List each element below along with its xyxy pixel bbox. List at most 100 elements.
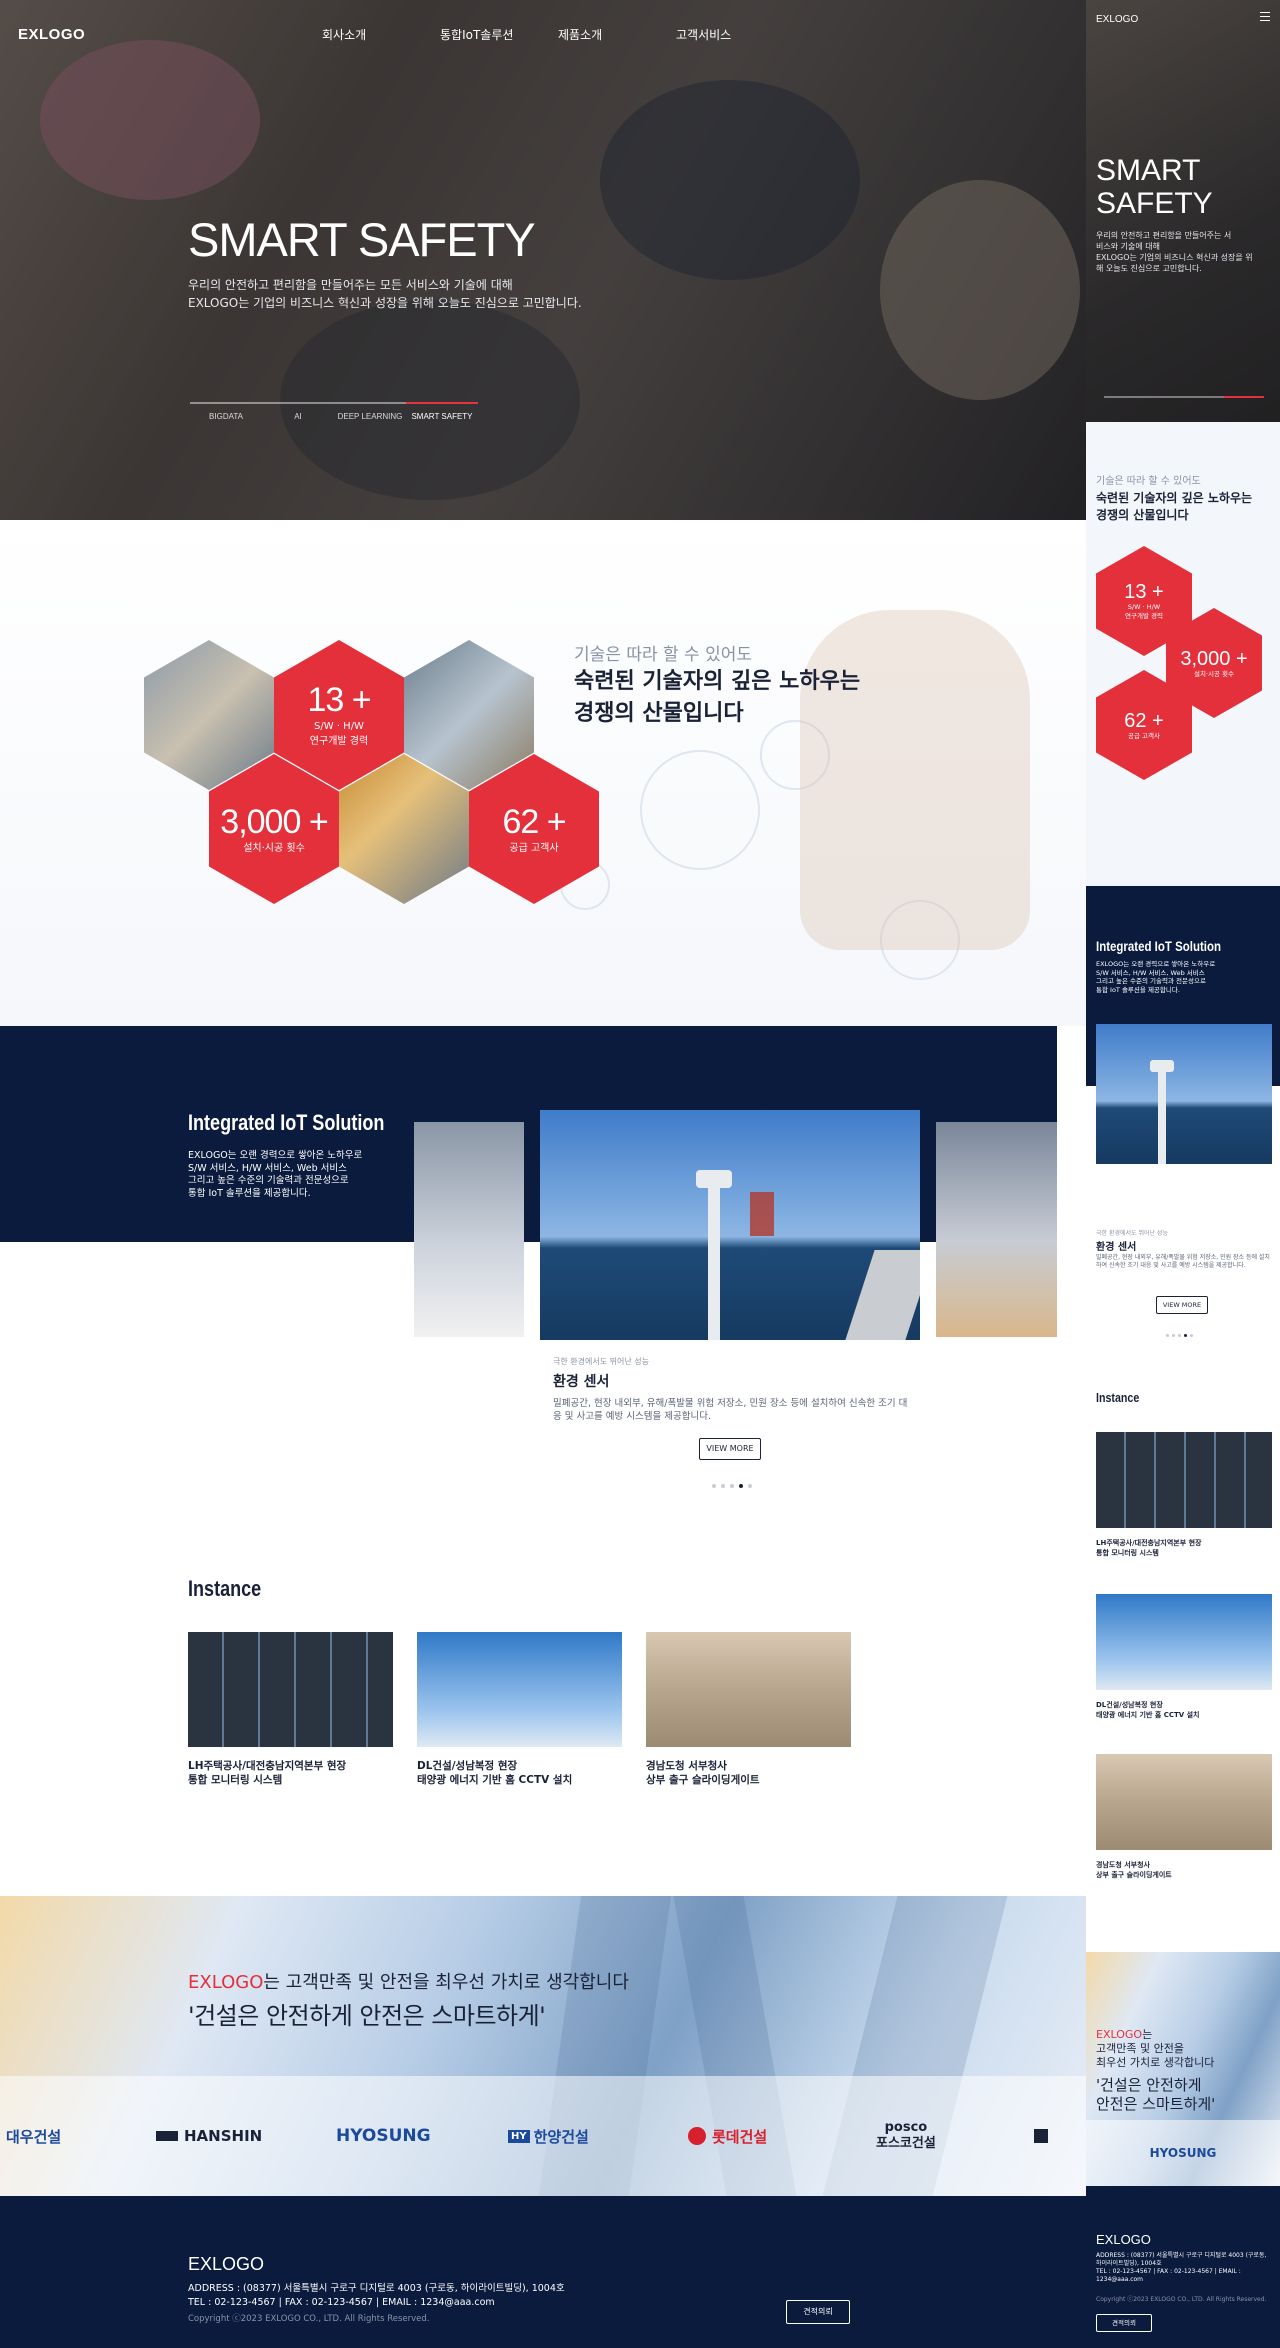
stat-value: 3,000 +	[1180, 647, 1248, 670]
instance-caption-line: 상부 출구 슬라이딩게이트	[646, 1774, 760, 1786]
slide-title: 환경 센서	[553, 1374, 610, 1390]
slogan-text: 고객만족 및 안전을	[1096, 2042, 1184, 2055]
mobile-iot: Integrated IoT Solution EXLOGO는 오랜 경력으로 …	[1086, 886, 1280, 1402]
slogan-text: '건설은 안전하게	[1096, 2076, 1202, 2094]
hero-title: SMART SAFETY	[188, 213, 536, 266]
footer-address: ADDRESS : (08377) 서울특별시 구로구 디지털로 4003 (구…	[188, 2283, 565, 2294]
slide-caption: 극한 환경에서도 뛰어난 성능 환경 센서 밀폐공간, 현장 내외부, 유해/폭…	[553, 1356, 913, 1423]
hamburger-menu-icon[interactable]	[1260, 12, 1270, 21]
iot-desc-line: S/W 서비스, H/W 서비스, Web 서비스	[188, 1162, 347, 1174]
footer-info: ADDRESS : (08377) 서울특별시 구로구 디지털로 4003 (구…	[188, 2282, 565, 2310]
instance-image	[1096, 1432, 1272, 1528]
instance-caption-line: LH주택공사/대전충남지역본부 현장	[1096, 1539, 1202, 1547]
slogan-text: 는 고객만족 및 안전을 최우선 가치로 생각합니다	[263, 1972, 629, 1993]
mobile-instance-card[interactable]: 경남도청 서부청사 상부 출구 슬라이딩게이트	[1096, 1754, 1272, 1880]
mobile-slide-title: 환경 센서	[1096, 1242, 1137, 1253]
slider-dot[interactable]	[1178, 1334, 1181, 1337]
slider-dot[interactable]	[1166, 1334, 1169, 1337]
tab-smart-safety[interactable]: SMART SAFETY	[406, 402, 478, 421]
mobile-hero-title: SMART SAFETY	[1096, 154, 1213, 220]
tab-deep-learning[interactable]: DEEP LEARNING	[334, 402, 406, 421]
hand-illustration	[800, 610, 1030, 950]
instance-image	[646, 1632, 851, 1747]
nav-item-products[interactable]: 제품소개	[558, 26, 676, 43]
slider-dot[interactable]	[712, 1484, 716, 1488]
mobile-slogan: EXLOGO는 고객만족 및 안전을 최우선 가치로 생각합니다 '건설은 안전…	[1086, 1952, 1280, 2186]
slide-environment-sensor[interactable]	[540, 1110, 920, 1340]
nav-item-iot-solution[interactable]: 통합IoT솔루션	[440, 26, 558, 43]
instance-card[interactable]: LH주택공사/대전충남지역본부 현장 통합 모니터링 시스템	[188, 1632, 393, 1787]
mobile-tech-subtitle: 기술은 따라 할 수 있어도	[1096, 476, 1201, 487]
partner-name: 한양건설	[533, 2127, 589, 2146]
main-menu: 회사소개 통합IoT솔루션 제품소개 고객서비스	[322, 26, 794, 43]
mobile-instance-card[interactable]: LH주택공사/대전충남지역본부 현장 통합 모니터링 시스템	[1096, 1432, 1272, 1558]
mobile-slogan-line-2: '건설은 안전하게 안전은 스마트하게'	[1096, 2076, 1215, 2114]
instance-caption-line: 통합 모니터링 시스템	[1096, 1549, 1159, 1557]
partner-name: posco	[884, 2120, 928, 2135]
tech-headline-line: 숙련된 기술자의 깊은 노하우는	[574, 669, 861, 694]
slider-dot[interactable]	[1172, 1334, 1175, 1337]
mobile-partner-logo: HYOSUNG	[1086, 2120, 1280, 2186]
partner-logo-daewoo: 대우건설	[6, 2127, 62, 2146]
slide-next[interactable]	[936, 1122, 1057, 1337]
mobile-view-more-button[interactable]: VIEW MORE	[1156, 1296, 1208, 1314]
mobile-hero-progress	[1104, 396, 1264, 398]
quote-request-button[interactable]: 견적의뢰	[786, 2300, 850, 2324]
instance-caption-line: 경남도청 서부청사	[646, 1760, 727, 1772]
partner-logo-hanyang: HY 한양건설	[508, 2076, 589, 2196]
footer-contact: 1234@aaa.com	[1096, 2276, 1144, 2283]
footer-contact: TEL : 02-123-4567 | FAX : 02-123-4567 | …	[1096, 2268, 1241, 2275]
instance-caption: DL건설/성남복정 현장 태양광 에너지 기반 홈 CCTV 설치	[417, 1759, 622, 1787]
instance-caption-line: DL건설/성남복정 현장	[1096, 1701, 1163, 1709]
slider-dot[interactable]	[730, 1484, 734, 1488]
mobile-quote-request-button[interactable]: 견적의뢰	[1096, 2314, 1152, 2332]
nav-item-customer-service[interactable]: 고객서비스	[676, 26, 794, 43]
slogan-brand: EXLOGO	[188, 1972, 264, 1993]
slide-prev[interactable]	[414, 1122, 524, 1337]
instance-caption-line: 태양광 에너지 기반 홈 CCTV 설치	[1096, 1711, 1200, 1719]
instance-caption: 경남도청 서부청사 상부 출구 슬라이딩게이트	[646, 1759, 851, 1787]
iot-desc-line: EXLOGO는 오랜 경력으로 쌓아온 노하우로	[188, 1150, 363, 1161]
mobile-hero-title-line: SMART	[1096, 154, 1201, 187]
footer-address: ADDRESS : (08377) 서울특별시 구로구 디지털로 4003 (구…	[1096, 2252, 1267, 2259]
mobile-slide-image[interactable]	[1096, 1024, 1272, 1164]
mobile-tech-headline-line: 숙련된 기술자의 깊은 노하우는	[1096, 491, 1253, 505]
instance-image	[1096, 1594, 1272, 1690]
slider-dot-active[interactable]	[739, 1484, 743, 1488]
slider-dot-active[interactable]	[1184, 1334, 1187, 1337]
instance-card[interactable]: 경남도청 서부청사 상부 출구 슬라이딩게이트	[646, 1632, 851, 1787]
stat-label: S/W · H/W	[1127, 603, 1161, 611]
slider-dot[interactable]	[1190, 1334, 1193, 1337]
instance-caption-line: 상부 출구 슬라이딩게이트	[1096, 1871, 1172, 1879]
tech-subtitle: 기술은 따라 할 수 있어도	[574, 645, 753, 665]
slider-dot[interactable]	[748, 1484, 752, 1488]
site-logo[interactable]: EXLOGO	[18, 26, 85, 43]
partner-logo-partial	[1034, 2076, 1048, 2196]
mobile-logo[interactable]: EXLOGO	[1096, 14, 1138, 25]
mobile-tech-headline-line: 경쟁의 산물입니다	[1096, 508, 1189, 522]
mobile-instance-card[interactable]: DL건설/성남복정 현장 태양광 에너지 기반 홈 CCTV 설치	[1096, 1594, 1272, 1720]
instance-card[interactable]: DL건설/성남복정 현장 태양광 에너지 기반 홈 CCTV 설치	[417, 1632, 622, 1787]
mobile-iot-desc: EXLOGO는 오랜 경력으로 쌓아온 노하우로 S/W 서비스, H/W 서비…	[1096, 960, 1272, 994]
slider-dot[interactable]	[721, 1484, 725, 1488]
mobile-footer-copyright: Copyright ⓒ2023 EXLOGO CO., LTD. All Rig…	[1096, 2296, 1267, 2303]
tab-bigdata[interactable]: BIGDATA	[190, 402, 262, 421]
mobile-hero-desc-line: 해 오늘도 진심으로 고민합니다.	[1096, 264, 1202, 273]
hero-description: 우리의 안전하고 편리함을 만들어주는 모든 서비스와 기술에 대해 EXLOG…	[188, 276, 582, 312]
mobile-tech: 기술은 따라 할 수 있어도 숙련된 기술자의 깊은 노하우는 경쟁의 산물입니…	[1086, 422, 1280, 886]
slogan-text: 안전은 스마트하게'	[1096, 2095, 1216, 2113]
mobile-footer-logo: EXLOGO	[1096, 2232, 1151, 2247]
instance-caption-line: 경남도청 서부청사	[1096, 1861, 1150, 1869]
partner-name: HANSHIN	[184, 2127, 263, 2145]
hero-section: EXLOGO 회사소개 통합IoT솔루션 제품소개 고객서비스 SMART SA…	[0, 0, 1086, 520]
tab-ai[interactable]: AI	[262, 402, 334, 421]
instance-caption: LH주택공사/대전충남지역본부 현장 통합 모니터링 시스템	[1096, 1538, 1272, 1558]
mobile-hero-desc-line: 비스와 기술에 대해	[1096, 242, 1160, 251]
partner-name: 포스코건설	[876, 2136, 936, 2151]
mobile-hero-desc-line: EXLOGO는 기업의 비즈니스 혁신과 성장을 위	[1096, 253, 1253, 262]
slogan-line-2: '건설은 안전하게 안전은 스마트하게'	[188, 2002, 546, 2030]
instance-caption: DL건설/성남복정 현장 태양광 에너지 기반 홈 CCTV 설치	[1096, 1700, 1272, 1720]
nav-item-company[interactable]: 회사소개	[322, 26, 440, 43]
footer-contact: TEL : 02-123-4567 | FAX : 02-123-4567 | …	[188, 2297, 495, 2308]
view-more-button[interactable]: VIEW MORE	[699, 1438, 761, 1460]
